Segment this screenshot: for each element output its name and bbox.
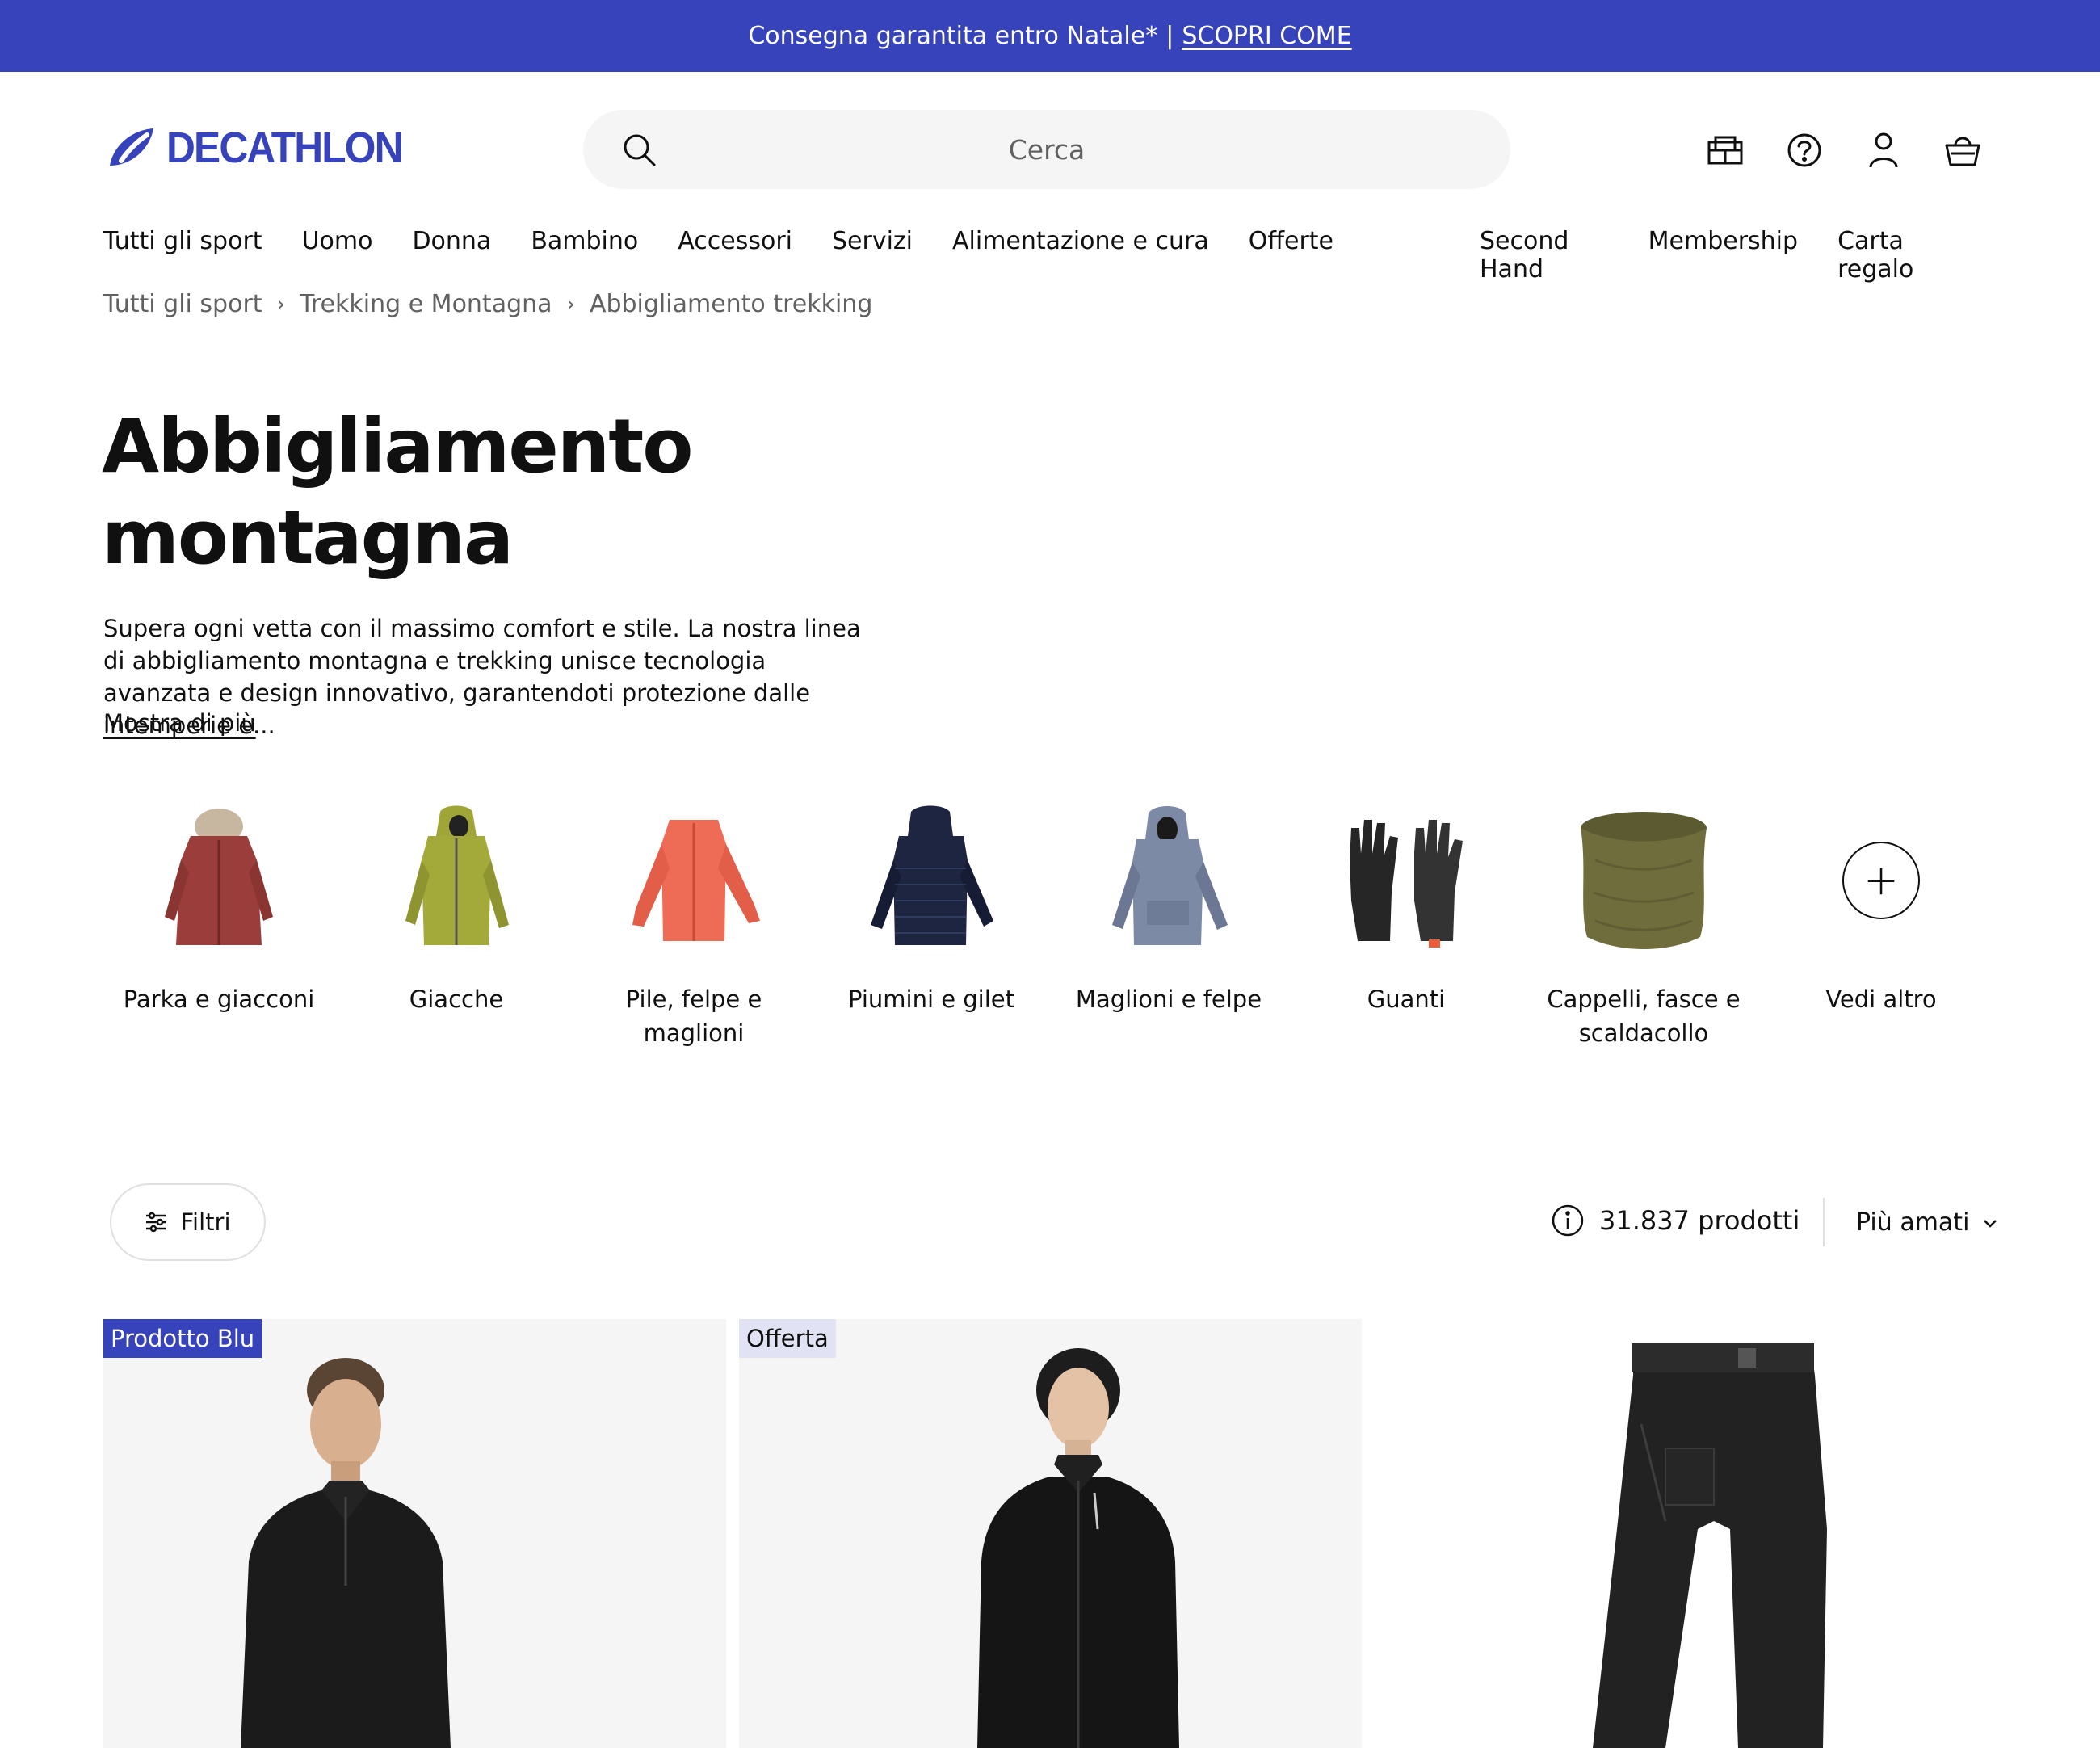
page-title: Abbigliamento montagna: [102, 403, 693, 581]
breadcrumb-item[interactable]: Abbigliamento trekking: [590, 290, 872, 318]
nav-item-second-hand[interactable]: Second Hand: [1480, 227, 1609, 284]
cart-icon[interactable]: [1940, 128, 1985, 173]
product-card[interactable]: Prodotto Blu: [103, 1319, 726, 1748]
product-count: 31.837 prodotti: [1551, 1204, 1800, 1237]
promo-separator: |: [1166, 22, 1174, 50]
category-maglioni[interactable]: Maglioni e felpe: [1050, 800, 1287, 1050]
category-label: Piumini e gilet: [847, 985, 1015, 1013]
store-icon[interactable]: [1703, 128, 1748, 173]
parka-image: [138, 800, 300, 961]
category-parka[interactable]: Parka e giacconi: [100, 800, 338, 1050]
logo-mark-icon: [110, 128, 153, 166]
product-badge: Prodotto Blu: [103, 1319, 262, 1358]
hoodie-image: [1088, 800, 1250, 961]
category-piumini[interactable]: Piumini e gilet: [813, 800, 1050, 1050]
gloves-image: [1325, 800, 1487, 961]
sort-select[interactable]: Più amati: [1856, 1208, 1998, 1237]
plus-icon: +: [1842, 842, 1920, 919]
category-label: Pile, felpe e maglioni: [625, 985, 762, 1047]
category-carousel: Parka e giacconi Giacche Pile, felpe e m…: [100, 800, 2000, 1050]
product-image: [241, 1358, 451, 1748]
category-label: Cappelli, fasce e scaldacollo: [1547, 985, 1741, 1047]
breadcrumb-item[interactable]: Trekking e Montagna: [300, 290, 552, 318]
category-pile[interactable]: Pile, felpe e maglioni: [575, 800, 813, 1050]
show-more-link[interactable]: Mostra di più: [103, 709, 256, 737]
product-grid: Prodotto Blu Offerta: [103, 1319, 1997, 1748]
category-label: Maglioni e felpe: [1075, 985, 1262, 1013]
chevron-right-icon: ›: [276, 292, 285, 317]
nav-item-membership[interactable]: Membership: [1648, 227, 1798, 284]
chevron-down-icon: [1984, 1219, 1997, 1228]
category-label: Vedi altro: [1825, 985, 1937, 1013]
filter-button[interactable]: Filtri: [110, 1183, 266, 1261]
filter-label: Filtri: [180, 1208, 231, 1236]
promo-bar: Consegna garantita entro Natale* | SCOPR…: [0, 0, 2100, 72]
nav-item-donna[interactable]: Donna: [412, 227, 491, 255]
fleece-image: [613, 800, 775, 961]
nav-item-carta-regalo[interactable]: Carta regalo: [1838, 227, 1958, 284]
info-icon[interactable]: [1551, 1204, 1585, 1237]
nav-item-uomo[interactable]: Uomo: [302, 227, 373, 255]
product-image: [1593, 1343, 1827, 1748]
promo-text: Consegna garantita entro Natale*: [748, 22, 1158, 50]
product-card[interactable]: Offerta: [739, 1319, 1362, 1748]
promo-link[interactable]: SCOPRI COME: [1182, 22, 1351, 50]
header-icons: [1703, 128, 1985, 173]
neck-warmer-image: [1563, 800, 1724, 961]
nav-item-tutti-gli-sport[interactable]: Tutti gli sport: [103, 227, 262, 255]
nav-item-accessori[interactable]: Accessori: [678, 227, 792, 255]
nav-item-bambino[interactable]: Bambino: [531, 227, 638, 255]
help-icon[interactable]: [1782, 128, 1827, 173]
sort-label: Più amati: [1856, 1208, 1970, 1237]
jacket-image: [376, 800, 537, 961]
category-label: Guanti: [1367, 985, 1446, 1013]
search-bar[interactable]: [583, 110, 1510, 189]
account-icon[interactable]: [1861, 128, 1906, 173]
filter-sliders-icon: [146, 1212, 166, 1233]
logo[interactable]: DECATHLON: [103, 123, 422, 173]
main-nav: Tutti gli sport Uomo Donna Bambino Acces…: [103, 227, 1997, 284]
product-count-label: 31.837 prodotti: [1599, 1205, 1800, 1236]
breadcrumb: Tutti gli sport › Trekking e Montagna › …: [103, 290, 872, 318]
product-badge: Offerta: [739, 1319, 836, 1358]
breadcrumb-item[interactable]: Tutti gli sport: [103, 290, 262, 318]
category-guanti[interactable]: Guanti: [1287, 800, 1525, 1050]
logo-text: DECATHLON: [166, 124, 403, 172]
down-jacket-image: [850, 800, 1012, 961]
category-cappelli[interactable]: Cappelli, fasce e scaldacollo: [1525, 800, 1762, 1050]
divider: [1823, 1198, 1825, 1246]
nav-item-servizi[interactable]: Servizi: [832, 227, 913, 255]
search-icon: [624, 134, 656, 166]
category-label: Parka e giacconi: [123, 985, 315, 1013]
search-input[interactable]: [583, 110, 1510, 189]
category-vedi-altro[interactable]: + Vedi altro: [1762, 800, 2000, 1050]
category-giacche[interactable]: Giacche: [338, 800, 575, 1050]
chevron-right-icon: ›: [566, 292, 575, 317]
nav-item-offerte[interactable]: Offerte: [1249, 227, 1334, 255]
product-card[interactable]: [1375, 1319, 1997, 1748]
category-label: Giacche: [409, 985, 504, 1013]
product-image: [977, 1348, 1179, 1748]
nav-item-alimentazione[interactable]: Alimentazione e cura: [952, 227, 1209, 255]
